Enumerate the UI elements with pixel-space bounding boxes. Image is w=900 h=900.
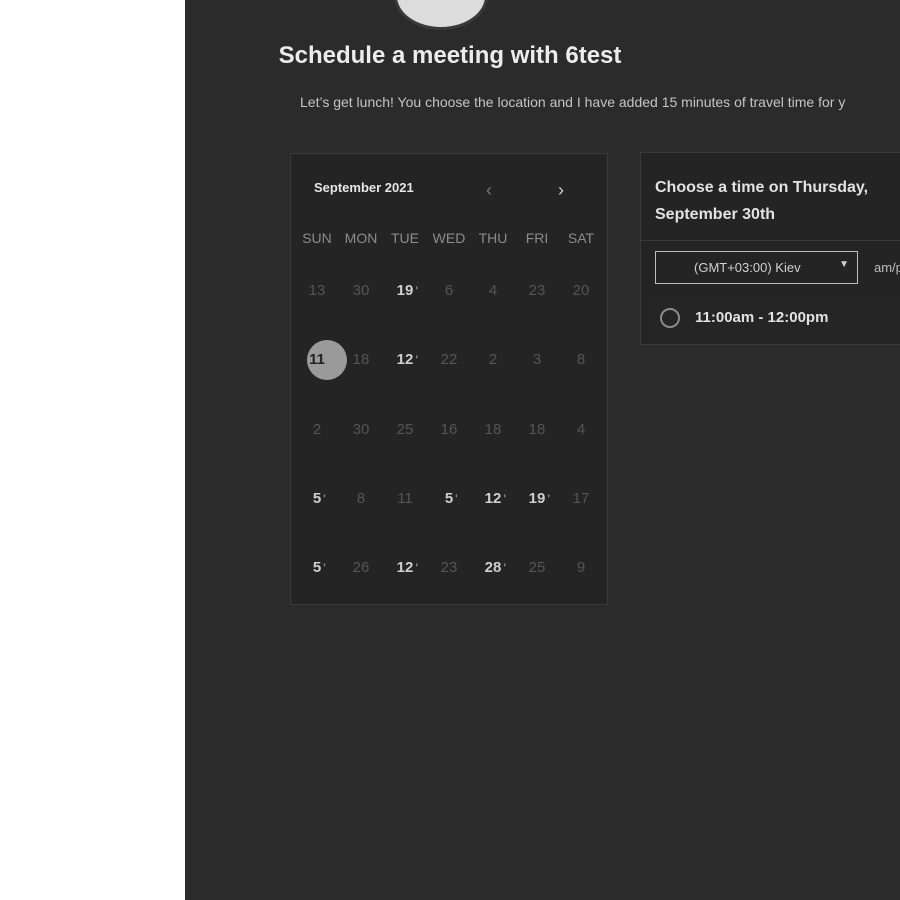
calendar-day: 23 — [528, 282, 546, 299]
available-day[interactable]: 19 — [516, 489, 558, 509]
page-title: Schedule a meeting with 6test — [278, 42, 622, 69]
calendar-day: 4 — [488, 282, 498, 299]
caret-down-icon: ▼ — [839, 259, 849, 270]
available-day[interactable]: 12 — [384, 558, 426, 578]
calendar-day: 2 — [312, 421, 322, 438]
calendar-day: 3 — [532, 351, 542, 368]
calendar-day: 11 — [397, 490, 413, 507]
calendar-day: 22 — [440, 351, 458, 368]
available-day[interactable]: 28 — [472, 558, 514, 578]
time-slot-label: 11:00am - 12:00pm — [695, 309, 829, 326]
calendar-day: 8 — [356, 490, 366, 507]
available-day[interactable]: 12 — [472, 489, 514, 509]
calendar-day: 9 — [576, 559, 586, 576]
timezone-select[interactable]: (GMT+03:00) Kiev ▼ — [655, 251, 858, 284]
calendar-day: 26 — [352, 559, 370, 576]
weekday-label: THU — [478, 230, 508, 246]
calendar-day: 8 — [576, 351, 586, 368]
available-day[interactable]: 19 — [384, 281, 426, 301]
weekday-label: MON — [344, 230, 378, 246]
calendar-day: 17 — [572, 490, 590, 507]
month-label: September 2021 — [314, 180, 414, 195]
calendar-day: 18 — [528, 421, 546, 438]
time-format-toggle[interactable]: am/pm — [874, 260, 900, 275]
weekday-label: FRI — [525, 230, 549, 246]
page-description: Let’s get lunch! You choose the location… — [300, 94, 846, 110]
calendar-day: 4 — [576, 421, 586, 438]
calendar-day: 2 — [488, 351, 498, 368]
weekday-label: SUN — [302, 230, 332, 246]
weekday-label: TUE — [391, 230, 419, 246]
weekday-label: WED — [432, 230, 466, 246]
calendar-day: 25 — [396, 421, 414, 438]
calendar-day: 18 — [484, 421, 502, 438]
weekday-label: SAT — [567, 230, 595, 246]
calendar-day: 30 — [352, 282, 370, 299]
chevron-right-icon[interactable]: › — [558, 180, 564, 201]
calendar-day: 13 — [308, 282, 326, 299]
calendar-card — [290, 153, 608, 605]
radio-icon[interactable] — [660, 308, 680, 328]
panel-divider — [640, 240, 900, 241]
calendar-day: 16 — [440, 421, 458, 438]
time-panel-heading: Choose a time on Thursday, September 30t… — [655, 179, 869, 223]
calendar-day: 6 — [444, 282, 454, 299]
calendar-day: 30 — [352, 421, 370, 438]
timezone-value: (GMT+03:00) Kiev — [694, 260, 801, 275]
calendar-day: 23 — [440, 559, 458, 576]
calendar-day: 18 — [352, 351, 370, 368]
calendar-day: 20 — [572, 282, 590, 299]
available-day[interactable]: 5 — [296, 489, 338, 509]
available-day[interactable]: 5 — [428, 489, 470, 509]
calendar-day: 25 — [528, 559, 546, 576]
available-day[interactable]: 5 — [296, 558, 338, 578]
chevron-left-icon[interactable]: ‹ — [486, 180, 492, 201]
available-day[interactable]: 12 — [384, 350, 426, 370]
selected-day[interactable]: 11 — [296, 350, 338, 370]
